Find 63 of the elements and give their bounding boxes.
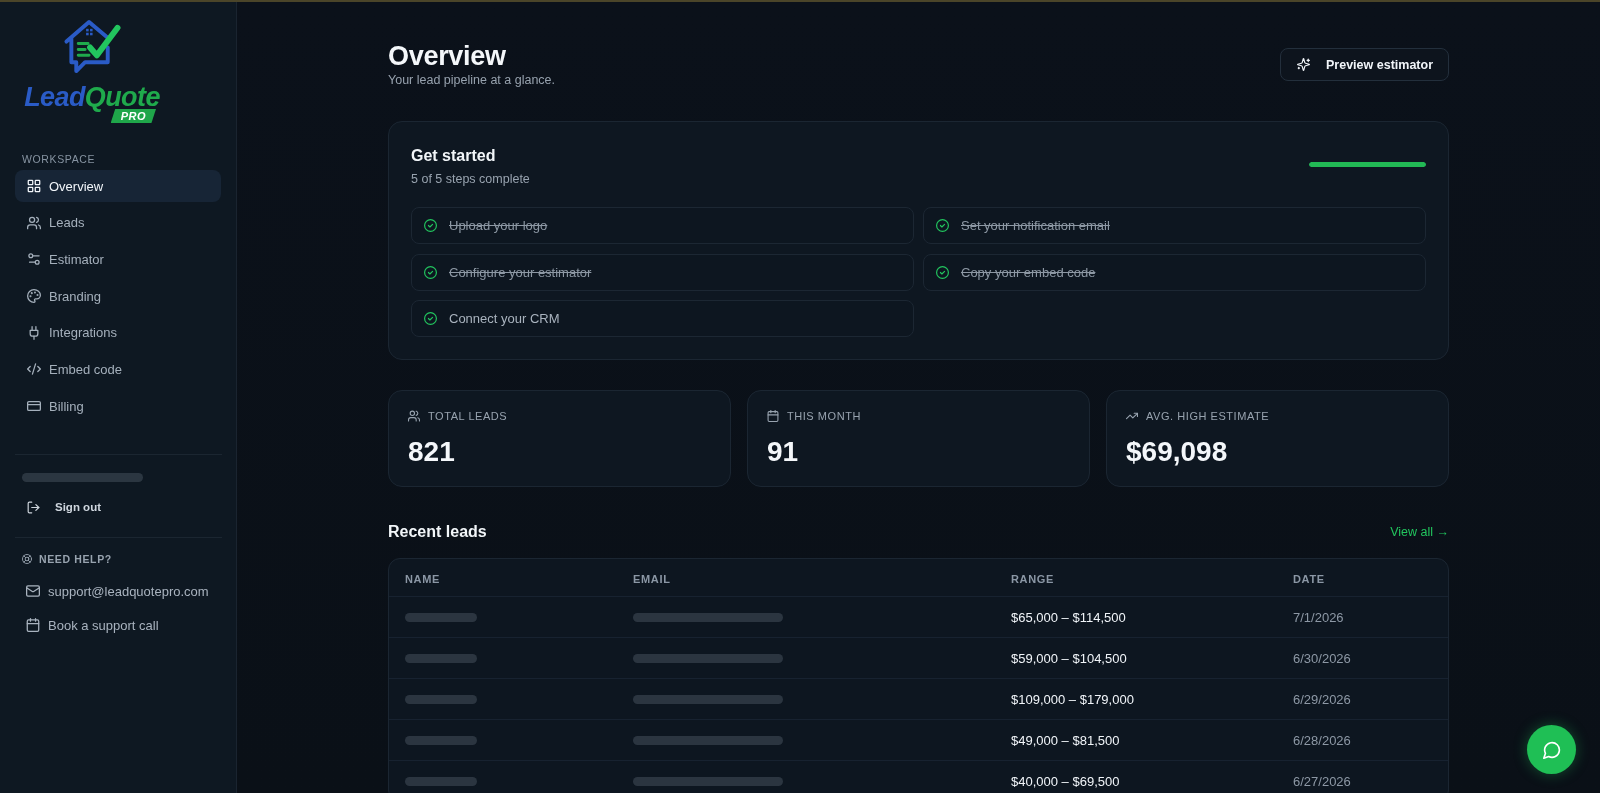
stat-label: TOTAL LEADS [428,410,508,422]
table-cell: $65,000 – $114,500 [1011,610,1126,625]
stat-value: $69,098 [1126,435,1229,469]
users-icon [408,410,420,422]
table-cell: $59,000 – $104,500 [1011,651,1127,666]
nav-item[interactable]: Branding [15,280,221,313]
column-header: RANGE [1011,572,1055,585]
grid-icon [27,179,41,193]
step-label: Connect your CRM [449,311,560,326]
table-cell: 6/27/2026 [1293,774,1351,789]
table-cell: $49,000 – $81,500 [1011,733,1120,748]
credit-card-icon [27,399,41,414]
calendar-icon [767,410,779,422]
preview-button[interactable]: Preview estimator [1280,48,1449,81]
house-check-logo-icon [62,18,122,75]
stat-label: AVG. HIGH ESTIMATE [1146,410,1270,422]
life-buoy-icon [22,554,32,565]
help-link[interactable]: Book a support call [15,613,159,638]
help-link[interactable]: support@leadquotepro.com [15,579,209,604]
plug-icon [27,325,41,340]
page-subtitle: Your lead pipeline at a glance. [388,72,556,89]
column-header: NAME [405,572,441,585]
sign-out-button[interactable]: Sign out [15,495,101,520]
logo-badge: PRO [110,109,156,123]
nav-item[interactable]: Embed code [15,353,221,386]
view-all-link[interactable]: View all → [1390,525,1449,539]
column-header: DATE [1293,572,1325,585]
page-title: Overview [388,40,507,72]
step-label: Configure your estimator [449,264,592,280]
table-cell: 6/29/2026 [1293,692,1351,707]
progress-text: 5 of 5 steps complete [411,171,530,188]
section-label: WORKSPACE [21,153,97,166]
code-icon [27,362,41,377]
nav-item[interactable]: Integrations [15,316,221,349]
stat-label: THIS MONTH [787,410,861,422]
table-cell: 6/28/2026 [1293,733,1351,748]
step-label: Copy your embed code [961,264,1096,280]
log-out-icon [27,500,40,514]
card-title: Get started [411,146,497,166]
stat-value: 821 [408,435,456,469]
trending-up-icon [1126,410,1138,422]
logo-wordmark: LeadQuote [24,83,160,111]
stat-value: 91 [767,435,800,469]
nav-item[interactable]: Billing [15,390,221,423]
users-icon [27,215,41,230]
sliders-icon [27,252,41,267]
step-label: Upload your logo [449,218,548,233]
step-label: Set your notification email [961,218,1110,233]
palette-icon [27,289,41,304]
calendar-icon [26,618,40,633]
column-header: EMAIL [633,572,671,585]
table-cell: 7/1/2026 [1293,610,1344,625]
sparkles-icon [1297,58,1310,71]
help-heading: NEED HELP? [39,553,112,566]
chat-bubble-icon [1542,740,1561,759]
table-cell: $109,000 – $179,000 [1011,692,1134,707]
mail-icon [26,584,40,599]
section-title: Recent leads [388,522,487,542]
table-cell: 6/30/2026 [1293,651,1351,666]
nav-item[interactable]: Leads [15,206,221,239]
nav-item[interactable]: Overview [15,170,221,202]
nav-item[interactable]: Estimator [15,243,221,276]
table-cell: $40,000 – $69,500 [1011,774,1120,789]
